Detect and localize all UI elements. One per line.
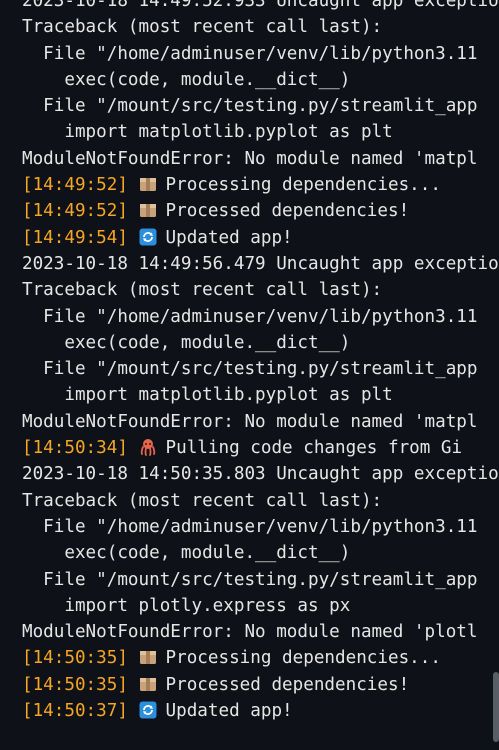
log-line: [14:50:34] Pulling code changes from Gi [22,435,499,461]
refresh-icon [139,701,157,719]
log-line: [14:49:52] Processing dependencies... [22,172,499,198]
log-message: Processed dependencies! [165,674,410,695]
log-line: Traceback (most recent call last): [22,280,383,301]
octopus-icon [139,438,157,456]
log-timestamp: [14:50:35] [22,648,128,669]
log-line: [14:50:37] Updated app! [22,698,499,724]
log-timestamp: [14:49:54] [22,227,128,248]
package-icon [139,675,157,693]
log-line: exec(code, module.__dict__) [22,69,351,90]
log-message: Pulling code changes from Gi [165,438,463,459]
log-message: Processing dependencies... [165,175,441,196]
log-line: import matplotlib.pyplot as plt [22,385,393,406]
log-message: Updated app! [165,701,293,722]
log-line: 2023-10-18 14:49:56.479 Uncaught app exc… [22,253,499,274]
log-timestamp: [14:49:52] [22,201,128,222]
log-line: ModuleNotFoundError: No module named 'ma… [22,148,478,169]
log-line: exec(code, module.__dict__) [22,332,351,353]
log-line: [14:49:52] Processed dependencies! [22,198,499,224]
log-lines: 2023-10-18 14:49:52.933 Uncaught app exc… [22,0,499,724]
log-timestamp: [14:50:35] [22,674,128,695]
log-line: Traceback (most recent call last): [22,490,383,511]
log-timestamp: [14:49:52] [22,175,128,196]
package-icon [139,648,157,666]
log-line: 2023-10-18 14:50:35.803 Uncaught app exc… [22,464,499,485]
scrollbar-thumb[interactable] [493,672,499,742]
log-viewer: 2023-10-18 14:49:52.933 Uncaught app exc… [0,0,499,750]
refresh-icon [139,228,157,246]
log-timestamp: [14:50:34] [22,438,128,459]
log-line: File "/home/adminuser/venv/lib/python3.1… [22,516,478,537]
package-icon [139,201,157,219]
log-line: ModuleNotFoundError: No module named 'pl… [22,622,478,643]
log-line: 2023-10-18 14:49:52.933 Uncaught app exc… [22,0,499,11]
log-line: File "/home/adminuser/venv/lib/python3.1… [22,43,478,64]
log-line: [14:49:54] Updated app! [22,225,499,251]
log-line: File "/home/adminuser/venv/lib/python3.1… [22,306,478,327]
log-message: Processed dependencies! [165,201,410,222]
log-line: File "/mount/src/testing.py/streamlit_ap… [22,359,478,380]
log-line: Traceback (most recent call last): [22,17,383,38]
log-line: import plotly.express as px [22,595,351,616]
log-timestamp: [14:50:37] [22,701,128,722]
package-icon [139,175,157,193]
log-line: [14:50:35] Processing dependencies... [22,645,499,671]
log-message: Processing dependencies... [165,648,441,669]
log-line: [14:50:35] Processed dependencies! [22,672,499,698]
log-line: File "/mount/src/testing.py/streamlit_ap… [22,96,478,117]
log-line: ModuleNotFoundError: No module named 'ma… [22,411,478,432]
log-line: import matplotlib.pyplot as plt [22,122,393,143]
log-line: File "/mount/src/testing.py/streamlit_ap… [22,569,478,590]
log-line: exec(code, module.__dict__) [22,543,351,564]
log-message: Updated app! [165,227,293,248]
